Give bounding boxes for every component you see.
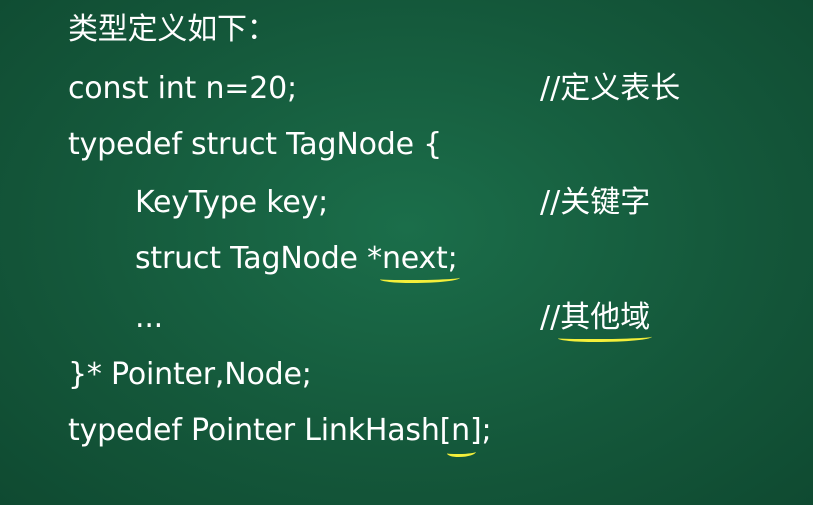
comment-prefix: //	[540, 300, 561, 335]
next-pointer-prefix: struct TagNode *	[135, 241, 382, 276]
code-line-linkhash: typedef Pointer LinkHash[n];	[68, 413, 492, 457]
n-underlined: n	[447, 413, 476, 457]
code-line-pointer-node: }* Pointer,Node;	[68, 357, 312, 392]
code-line-next-pointer: struct TagNode *next;	[135, 241, 460, 283]
code-line-keytype: KeyType key;	[135, 185, 329, 220]
code-line-ellipsis: ...	[135, 300, 164, 335]
other-fields-underlined: 其他域	[558, 300, 653, 342]
linkhash-suffix: ];	[469, 413, 492, 448]
code-line-const: const int n=20;	[68, 71, 297, 106]
code-line-typedef-struct: typedef struct TagNode {	[68, 127, 443, 162]
comment-other-fields: //其他域	[540, 300, 653, 342]
comment-table-length: //定义表长	[540, 71, 681, 106]
linkhash-prefix: typedef Pointer LinkHash[	[68, 413, 452, 448]
comment-key: //关键字	[540, 185, 651, 220]
slide-title: 类型定义如下：	[68, 12, 277, 47]
slide-canvas: 类型定义如下： const int n=20; //定义表长 typedef s…	[0, 0, 813, 505]
next-underlined: next;	[379, 241, 460, 283]
